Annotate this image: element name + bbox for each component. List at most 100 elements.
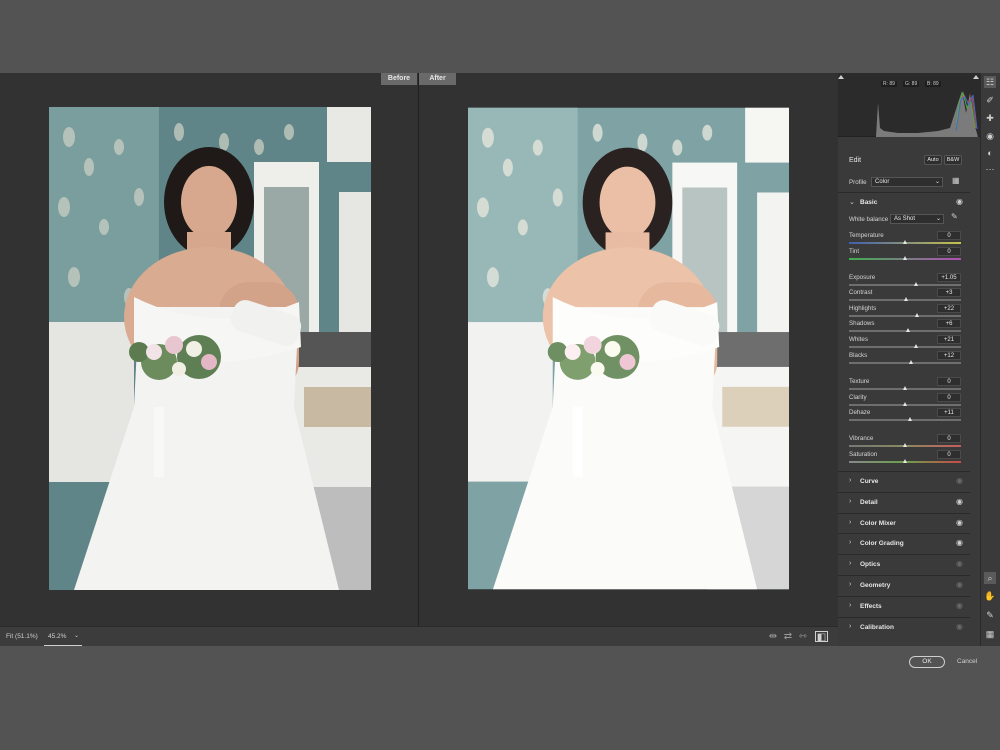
histogram-g-readout: G: 89 xyxy=(903,81,920,87)
chevron-right-icon: › xyxy=(849,560,852,568)
texture-value-field[interactable]: 0 xyxy=(937,377,961,386)
chevron-down-icon: ⌄ xyxy=(935,216,941,222)
before-tab[interactable]: Before xyxy=(381,73,417,85)
chevron-down-icon: ⌄ xyxy=(74,633,80,639)
eye-visibility-icon[interactable]: ◉ xyxy=(956,559,963,568)
vibrance-slider-thumb[interactable] xyxy=(902,443,907,447)
contrast-slider-thumb[interactable] xyxy=(903,297,908,301)
whites-slider-thumb[interactable] xyxy=(913,344,918,348)
texture-slider-thumb[interactable] xyxy=(902,386,907,390)
after-photo xyxy=(468,107,789,590)
whites-slider-track[interactable] xyxy=(849,346,961,348)
white-balance-value: As Shot xyxy=(894,216,916,222)
chevron-down-icon: ⌄ xyxy=(849,199,855,206)
calibration-section-header[interactable]: › Calibration ◉ xyxy=(838,616,970,637)
blacks-slider-thumb[interactable] xyxy=(909,360,914,364)
detail-section-title: Detail xyxy=(860,498,878,506)
grid-icon[interactable]: ▦ xyxy=(984,628,996,640)
contrast-value-field[interactable]: +3 xyxy=(937,288,961,297)
chevron-right-icon: › xyxy=(849,622,852,630)
zoom-level-select[interactable]: 45.2% ⌄ xyxy=(44,627,82,647)
before-after-view-icon[interactable]: ⇹ xyxy=(767,631,779,643)
tint-value-field[interactable]: 0 xyxy=(937,247,961,256)
basic-section-header[interactable]: ⌄ Basic ◉ xyxy=(838,192,970,212)
black-white-button[interactable]: B&W xyxy=(944,155,962,165)
profile-browser-icon[interactable]: ▦ xyxy=(952,176,960,185)
chevron-down-icon: ⌄ xyxy=(934,179,940,185)
swap-settings-icon[interactable]: ⇄ xyxy=(782,631,794,643)
edit-sliders-icon[interactable]: ☷ xyxy=(984,76,996,88)
blacks-slider-track[interactable] xyxy=(849,362,961,364)
dehaze-value-field[interactable]: +11 xyxy=(937,408,961,417)
chevron-right-icon: › xyxy=(849,518,852,526)
temperature-value-field[interactable]: 0 xyxy=(937,231,961,240)
white-balance-select[interactable]: As Shot ⌄ xyxy=(890,214,944,224)
highlights-slider-thumb[interactable] xyxy=(914,313,919,317)
eye-visibility-icon[interactable]: ◉ xyxy=(956,622,963,631)
masking-icon[interactable]: ◐ xyxy=(984,147,996,159)
exposure-slider-track[interactable] xyxy=(849,284,961,286)
fit-zoom-option[interactable]: Fit (51.1%) xyxy=(6,633,38,640)
color-grading-section-title: Color Grading xyxy=(860,540,904,548)
saturation-label: Saturation xyxy=(849,451,878,458)
eye-visibility-icon[interactable]: ◉ xyxy=(956,580,963,589)
ok-button[interactable]: OK xyxy=(909,656,945,668)
clarity-slider-thumb[interactable] xyxy=(902,402,907,406)
eye-visibility-icon[interactable]: ◉ xyxy=(956,497,963,506)
detail-section-header[interactable]: › Detail ◉ xyxy=(838,491,970,512)
eye-visibility-icon[interactable]: ◉ xyxy=(956,601,963,610)
dehaze-slider-thumb[interactable] xyxy=(908,417,913,421)
shadows-label: Shadows xyxy=(849,320,875,327)
blacks-value-field[interactable]: +12 xyxy=(937,351,961,360)
toggle-preview-icon[interactable]: ◧ xyxy=(815,631,828,643)
eye-visibility-icon[interactable]: ◉ xyxy=(956,518,963,527)
profile-label: Profile xyxy=(849,179,867,186)
histogram-r-readout: R: 89 xyxy=(881,81,897,87)
eye-visibility-icon[interactable]: ◉ xyxy=(956,197,963,206)
red-eye-icon[interactable]: ◉ xyxy=(984,130,996,142)
temperature-slider-thumb[interactable] xyxy=(902,240,907,244)
cancel-button[interactable]: Cancel xyxy=(957,658,977,665)
saturation-value-field[interactable]: 0 xyxy=(937,450,961,459)
effects-section-header[interactable]: › Effects ◉ xyxy=(838,595,970,616)
auto-button[interactable]: Auto xyxy=(924,155,942,165)
view-bottom-bar: Fit (51.1%) 45.2% ⌄ ⇹ ⇄ ⇿ ◧ xyxy=(0,626,838,647)
vibrance-value-field[interactable]: 0 xyxy=(937,434,961,443)
saturation-slider-thumb[interactable] xyxy=(902,459,907,463)
brush-icon[interactable]: ✐ xyxy=(984,94,996,106)
optics-section-header[interactable]: › Optics ◉ xyxy=(838,554,970,574)
clarity-value-field[interactable]: 0 xyxy=(937,393,961,402)
histogram-b-readout: B: 89 xyxy=(925,81,941,87)
eye-visibility-icon[interactable]: ◉ xyxy=(956,538,963,547)
heal-icon[interactable]: ✚ xyxy=(984,112,996,124)
highlights-slider-track[interactable] xyxy=(849,315,961,317)
shadows-slider-thumb[interactable] xyxy=(905,328,910,332)
exposure-slider-thumb[interactable] xyxy=(913,282,918,286)
curve-section-title: Curve xyxy=(860,478,879,485)
eye-visibility-icon[interactable]: ◉ xyxy=(956,476,963,485)
geometry-section-header[interactable]: › Geometry ◉ xyxy=(838,575,970,595)
exposure-label: Exposure xyxy=(849,274,876,281)
curve-section-header[interactable]: › Curve ◉ xyxy=(838,471,970,491)
hand-icon[interactable]: ✋ xyxy=(984,590,996,602)
color-mixer-section-title: Color Mixer xyxy=(860,519,896,527)
geometry-section-title: Geometry xyxy=(860,582,891,589)
more-icon[interactable]: ⋯ xyxy=(984,163,996,175)
tint-slider-thumb[interactable] xyxy=(902,256,907,260)
highlights-value-field[interactable]: +22 xyxy=(937,304,961,313)
zoom-icon[interactable]: ⌕ xyxy=(984,572,996,584)
profile-value: Color xyxy=(875,179,890,185)
profile-select[interactable]: Color ⌄ xyxy=(871,177,943,187)
shadows-value-field[interactable]: +6 xyxy=(937,319,961,328)
color-grading-section-header[interactable]: › Color Grading ◉ xyxy=(838,533,970,553)
dehaze-slider-track[interactable] xyxy=(849,419,961,421)
basic-section-title: Basic xyxy=(860,199,878,206)
whites-value-field[interactable]: +21 xyxy=(937,335,961,344)
color-mixer-section-header[interactable]: › Color Mixer ◉ xyxy=(838,512,970,533)
after-tab[interactable]: After xyxy=(419,73,456,85)
color-sampler-icon[interactable]: ✎ xyxy=(984,609,996,621)
exposure-value-field[interactable]: +1.05 xyxy=(937,273,961,282)
edit-title: Edit xyxy=(849,157,862,164)
copy-settings-icon[interactable]: ⇿ xyxy=(797,631,809,643)
eyedropper-icon[interactable]: ✎ xyxy=(951,212,958,221)
